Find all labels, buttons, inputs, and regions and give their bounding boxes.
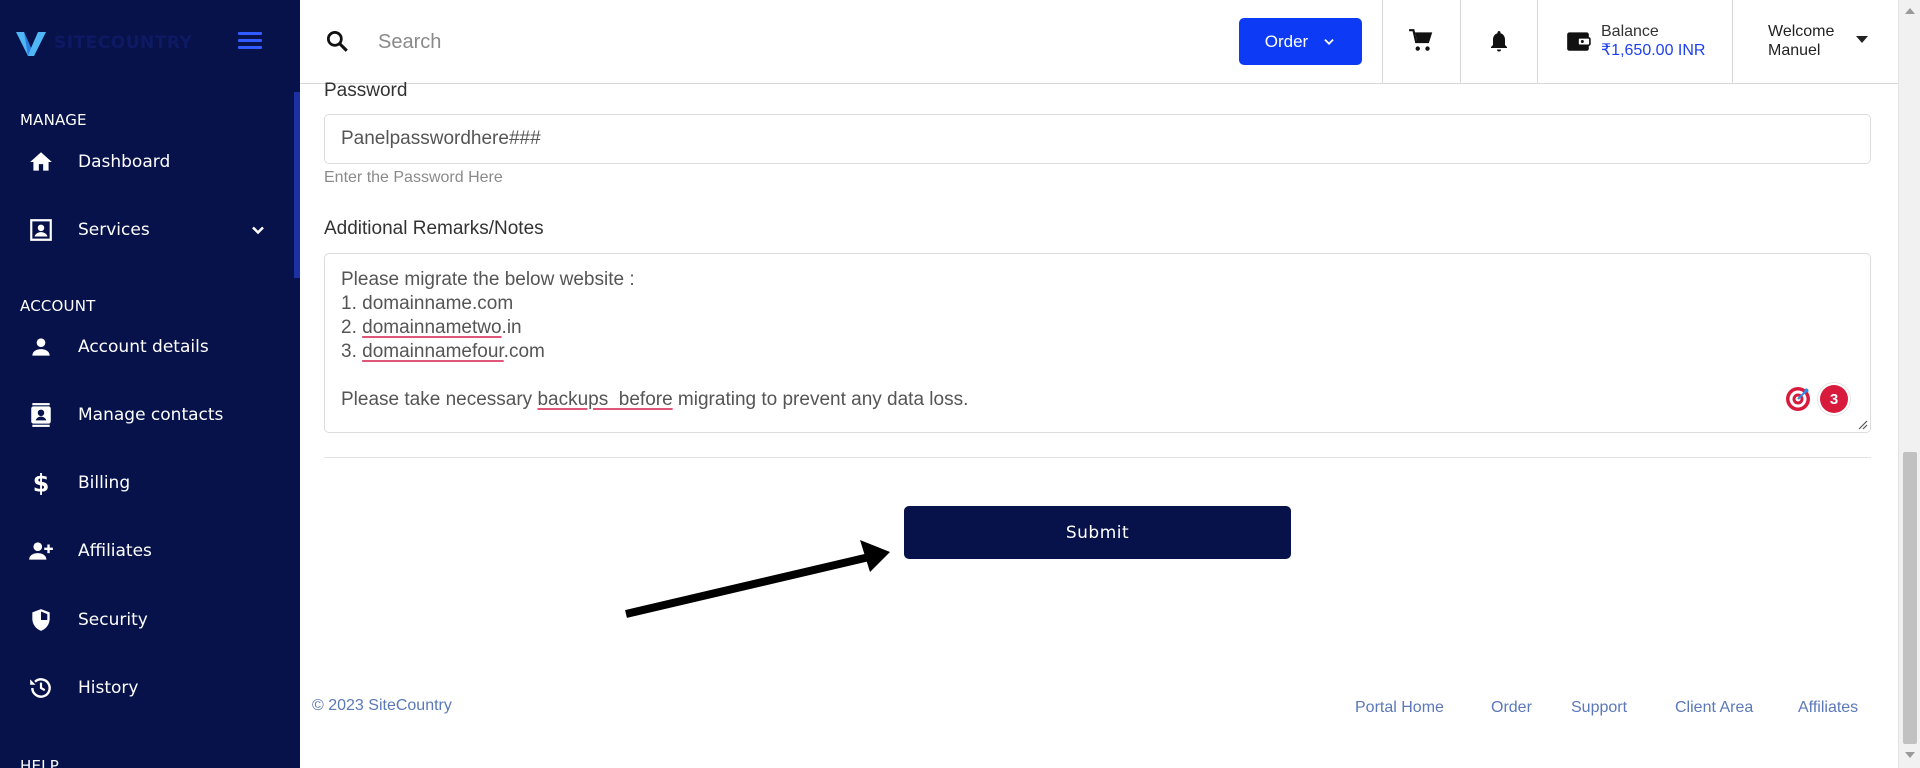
footer-link-support[interactable]: Support — [1571, 699, 1627, 717]
notes-line: 1. domainname.com — [341, 293, 514, 314]
sidebar-item-label: Services — [78, 220, 150, 240]
grammar-badge[interactable]: 3 — [1820, 385, 1848, 413]
svg-text:$: $ — [33, 470, 50, 496]
person-icon — [26, 332, 56, 362]
home-icon — [26, 147, 56, 177]
balance-widget[interactable]: Balance ₹1,650.00 INR — [1565, 22, 1705, 60]
sidebar-item-label: Affiliates — [78, 541, 152, 561]
resize-grip-icon[interactable] — [1856, 418, 1868, 430]
footer-link-affiliates[interactable]: Affiliates — [1798, 699, 1858, 717]
menu-toggle-icon[interactable] — [238, 32, 262, 50]
order-button-label: Order — [1264, 31, 1309, 51]
id-card-icon — [26, 215, 56, 245]
user-menu[interactable]: Welcome Manuel — [1768, 22, 1834, 60]
password-label: Password — [324, 80, 408, 101]
footer-link-client-area[interactable]: Client Area — [1675, 699, 1753, 717]
sidebar-item-label: History — [78, 678, 139, 698]
sidebar-item-label: Manage contacts — [78, 405, 224, 425]
notes-line: Please take necessary backups before mig… — [341, 389, 969, 410]
chevron-down-icon[interactable] — [248, 220, 268, 240]
footer-link-portal-home[interactable]: Portal Home — [1355, 699, 1444, 717]
sidebar-item-services[interactable]: Services — [0, 207, 294, 253]
annotation-arrow-icon — [625, 540, 890, 618]
user-name: Manuel — [1768, 42, 1821, 59]
chevron-down-icon — [1324, 38, 1334, 45]
sidebar-item-manage-contacts[interactable]: Manage contacts — [0, 392, 294, 438]
top-header: Order Balance ₹1,650.00 INR Welcome Manu… — [300, 0, 1898, 84]
spellcheck-word[interactable]: domainnamefour — [362, 341, 504, 362]
welcome-label: Welcome — [1768, 23, 1835, 40]
sidebar-item-dashboard[interactable]: Dashboard — [0, 139, 294, 185]
sidebar-item-affiliates[interactable]: Affiliates — [0, 528, 294, 574]
sidebar-item-label: Security — [78, 610, 148, 630]
footer-link-order[interactable]: Order — [1491, 699, 1532, 717]
balance-label: Balance — [1601, 23, 1659, 40]
notes-textarea[interactable]: Please migrate the below website : 1. do… — [324, 253, 1871, 433]
order-dropdown-button[interactable]: Order — [1239, 18, 1362, 65]
page-scrollbar[interactable] — [1898, 0, 1920, 768]
search-input[interactable] — [378, 24, 978, 60]
header-divider — [1732, 0, 1733, 84]
sidebar-item-history[interactable]: History — [0, 665, 294, 711]
search-icon[interactable] — [324, 28, 350, 54]
page-scrollbar-thumb[interactable] — [1903, 452, 1917, 744]
header-divider — [1382, 0, 1383, 84]
header-divider — [1537, 0, 1538, 84]
password-help-text: Enter the Password Here — [324, 169, 503, 186]
section-label-manage: MANAGE — [20, 111, 87, 129]
shield-icon — [26, 605, 56, 635]
form-divider — [324, 457, 1871, 458]
add-user-icon — [26, 536, 56, 566]
sidebar-item-label: Account details — [78, 337, 209, 357]
scroll-down-icon[interactable] — [1905, 752, 1915, 758]
logo-icon — [16, 32, 46, 56]
brand-name: SITECOUNTRY — [54, 33, 193, 53]
notes-label: Additional Remarks/Notes — [324, 218, 544, 239]
spellcheck-word[interactable]: backups before — [537, 389, 672, 410]
sidebar-item-label: Billing — [78, 473, 131, 493]
copyright-text: © 2023 SiteCountry — [312, 697, 452, 714]
sidebar-item-label: Dashboard — [78, 152, 171, 172]
notes-line: 3. domainnamefour.com — [341, 341, 545, 362]
history-icon — [26, 673, 56, 703]
submit-button[interactable]: Submit — [904, 506, 1291, 559]
dollar-icon: $ — [26, 468, 56, 498]
header-divider — [1460, 0, 1461, 84]
sidebar: SITECOUNTRY MANAGE Dashboard Services AC… — [0, 0, 300, 768]
sidebar-item-security[interactable]: Security — [0, 597, 294, 643]
wallet-icon — [1567, 32, 1591, 51]
target-extension-icon[interactable] — [1784, 385, 1812, 413]
cart-icon[interactable] — [1406, 26, 1436, 56]
notes-blank-line — [341, 364, 1854, 388]
scroll-up-icon[interactable] — [1905, 8, 1915, 14]
caret-down-icon[interactable] — [1856, 36, 1868, 43]
contacts-icon — [26, 400, 56, 430]
sidebar-item-billing[interactable]: $ Billing — [0, 460, 294, 506]
balance-value: ₹1,650.00 INR — [1601, 42, 1706, 59]
notes-line: Please migrate the below website : — [341, 269, 635, 290]
sidebar-item-account-details[interactable]: Account details — [0, 324, 294, 370]
sidebar-scrollbar[interactable] — [294, 92, 300, 278]
section-label-help: HELP — [20, 757, 59, 768]
brand-logo[interactable]: SITECOUNTRY — [14, 28, 192, 58]
spellcheck-word[interactable]: domainnametwo — [362, 317, 501, 338]
password-field[interactable] — [324, 114, 1871, 164]
bell-icon[interactable] — [1484, 26, 1514, 56]
section-label-account: ACCOUNT — [20, 297, 96, 315]
notes-line: 2. domainnametwo.in — [341, 317, 522, 338]
